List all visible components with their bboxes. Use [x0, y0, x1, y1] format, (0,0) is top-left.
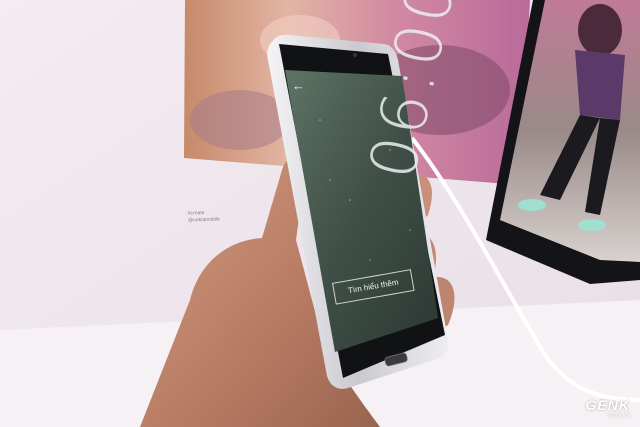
arrow-left-icon[interactable]: ← — [292, 78, 306, 93]
photo-scene — [0, 0, 640, 427]
watermark-brand: GENK — [585, 397, 630, 413]
poster-caption-line2: @nokiamobile — [188, 216, 220, 224]
watermark-site: GENK.VN — [607, 413, 630, 419]
poster-caption: #create @nokiamobile — [188, 209, 220, 224]
genk-watermark: GENK GENK.VN — [586, 397, 630, 419]
front-camera — [353, 53, 357, 57]
